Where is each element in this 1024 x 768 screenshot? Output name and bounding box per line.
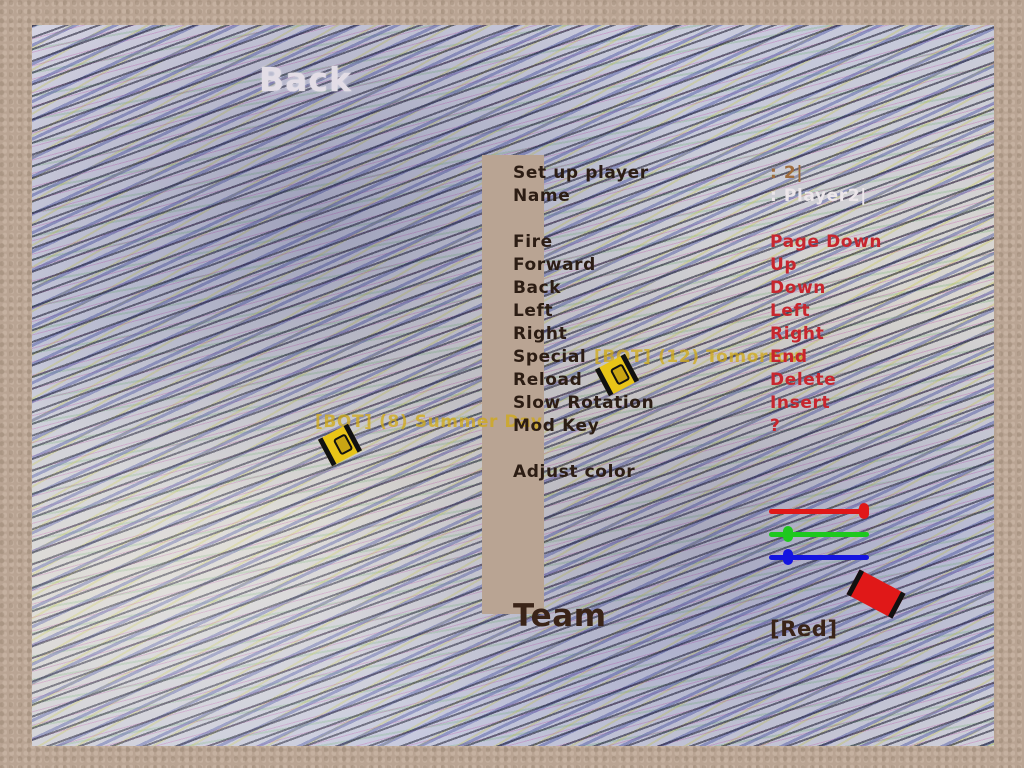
key-binding-reload[interactable]: Delete [770,370,836,390]
key-label-mod-key: Mod Key [513,416,600,436]
adjust-color-label: Adjust color [513,462,636,482]
key-binding-left[interactable]: Left [770,301,810,321]
key-label-left: Left [513,301,554,321]
name-label: Name [513,186,571,206]
key-binding-forward[interactable]: Up [770,255,797,275]
green-color-slider[interactable] [769,526,869,542]
red-color-slider[interactable] [769,503,869,519]
red-slider-handle[interactable] [859,503,869,519]
key-label-special: Special [513,347,587,367]
key-binding-right[interactable]: Right [770,324,824,344]
back-button[interactable]: Back [259,60,352,99]
key-label-forward: Forward [513,255,596,275]
key-binding-back[interactable]: Down [770,278,826,298]
green-slider-handle[interactable] [782,526,793,542]
team-selector[interactable]: [Red] [770,617,838,641]
key-label-reload: Reload [513,370,583,390]
team-label: Team [513,598,607,634]
name-field[interactable]: : Player2| [770,186,867,206]
key-binding-fire[interactable]: Page Down [770,232,882,252]
key-label-slow-rotation: Slow Rotation [513,393,655,413]
key-binding-mod-key[interactable]: ? [770,416,780,436]
blue-color-slider[interactable] [769,549,869,565]
setup-player-label: Set up player [513,163,649,183]
setup-player-value[interactable]: : 2| [770,163,803,183]
key-label-fire: Fire [513,232,553,252]
key-binding-special[interactable]: End [770,347,808,367]
key-binding-slow-rotation[interactable]: Insert [770,393,830,413]
key-label-back: Back [513,278,562,298]
blue-slider-handle[interactable] [782,549,793,565]
key-label-right: Right [513,324,568,344]
